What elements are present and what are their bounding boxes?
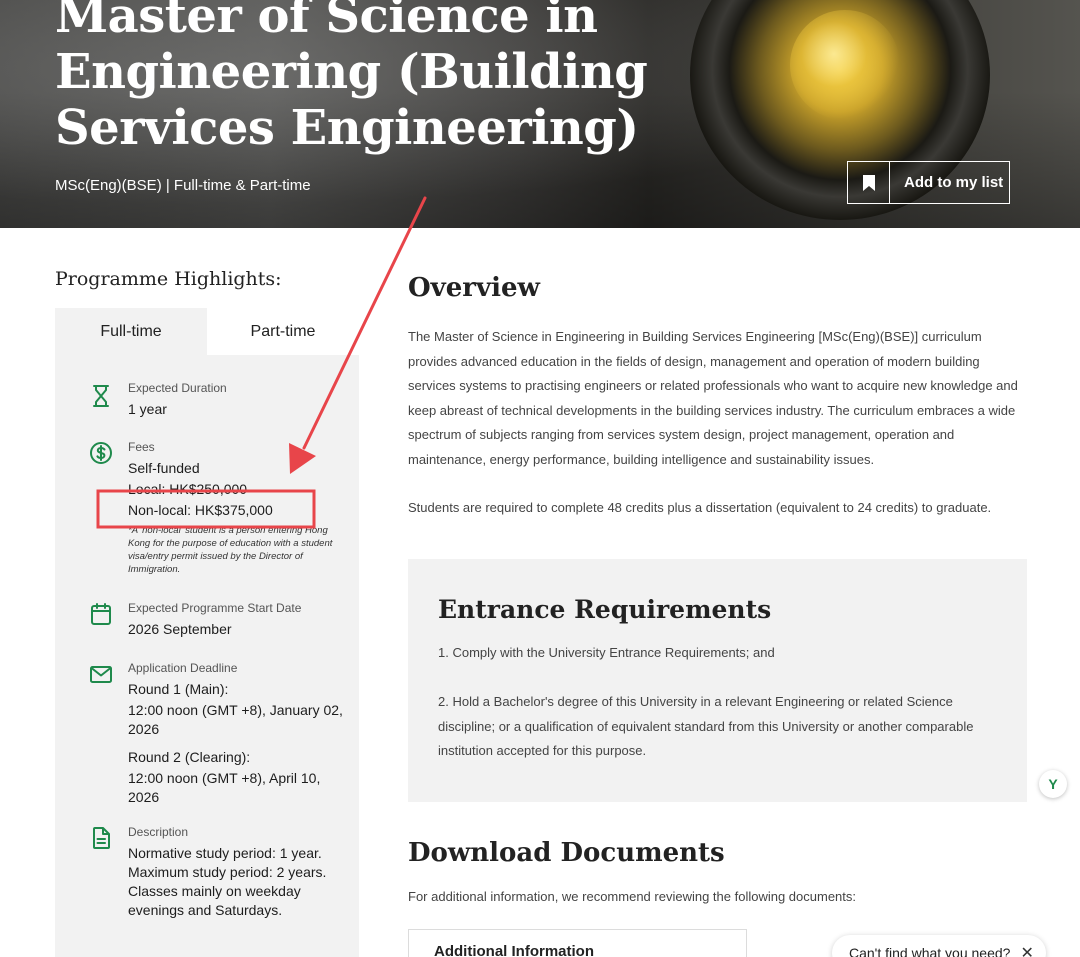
help-prompt-text: Can't find what you need? <box>849 945 1011 957</box>
fees-local: Local: HK$250,000 <box>128 481 248 497</box>
programme-subtitle: MSc(Eng)(BSE) | Full-time & Part-time <box>55 177 311 194</box>
download-documents-heading: Download Documents <box>408 838 725 868</box>
help-prompt[interactable]: Can't find what you need? ✕ <box>832 935 1046 957</box>
start-date-label: Expected Programme Start Date <box>128 601 302 615</box>
start-date-value: 2026 September <box>128 621 232 637</box>
additional-information-title: Additional Information <box>434 943 594 957</box>
entrance-requirements-heading: Entrance Requirements <box>438 595 772 624</box>
duration-label: Expected Duration <box>128 381 227 395</box>
overview-paragraph: The Master of Science in Engineering in … <box>408 329 1018 467</box>
fees-nonlocal: Non-local: HK$375,000 <box>128 502 273 518</box>
description-value: Normative study period: 1 year. Maximum … <box>128 845 327 918</box>
highlights-panel: Expected Duration 1 year Fees Self-funde… <box>55 355 359 957</box>
hourglass-icon <box>93 385 109 407</box>
entrance-requirement-1: 1. Comply with the University Entrance R… <box>438 645 775 660</box>
hero-lens-glint <box>790 10 900 120</box>
close-icon[interactable]: ✕ <box>1020 943 1033 957</box>
description-label: Description <box>128 825 189 839</box>
deadline-round1-title: Round 1 (Main): <box>128 681 229 697</box>
highlights-heading: Programme Highlights: <box>55 268 282 290</box>
deadline-round2-title: Round 2 (Clearing): <box>128 749 251 765</box>
fees-funding: Self-funded <box>128 460 200 476</box>
duration-value: 1 year <box>128 401 167 417</box>
deadline-label: Application Deadline <box>128 661 238 675</box>
fees-label: Fees <box>128 440 155 454</box>
envelope-icon <box>90 666 112 683</box>
additional-information-card[interactable]: Additional Information <box>408 929 747 957</box>
tab-part-time[interactable]: Part-time <box>207 308 359 355</box>
fees-nonlocal-note: *A 'non-local' student is a person enter… <box>128 525 333 575</box>
download-documents-intro: For additional information, we recommend… <box>408 889 856 904</box>
entrance-requirements-section: Entrance Requirements 1. Comply with the… <box>408 559 1027 802</box>
page-title: Master of Science in Engineering (Buildi… <box>55 0 648 156</box>
tab-full-time[interactable]: Full-time <box>55 308 207 355</box>
chat-badge-icon[interactable]: Y <box>1039 770 1067 798</box>
overview-heading: Overview <box>408 273 540 303</box>
dollar-icon <box>90 442 112 464</box>
overview-credits-paragraph: Students are required to complete 48 cre… <box>408 500 992 515</box>
document-icon <box>93 827 110 849</box>
deadline-round1-date: 12:00 noon (GMT +8), January 02, 2026 <box>128 702 343 737</box>
add-to-my-list-button[interactable]: Add to my list <box>847 161 1010 204</box>
add-to-my-list-label: Add to my list <box>904 174 1004 191</box>
calendar-icon <box>91 603 111 625</box>
entrance-requirement-2: 2. Hold a Bachelor's degree of this Univ… <box>438 694 974 758</box>
mode-tabs: Full-time Part-time <box>55 308 359 355</box>
hero-banner: Master of Science in Engineering (Buildi… <box>0 0 1080 228</box>
bookmark-icon <box>848 162 890 203</box>
deadline-round2-date: 12:00 noon (GMT +8), April 10, 2026 <box>128 770 321 805</box>
